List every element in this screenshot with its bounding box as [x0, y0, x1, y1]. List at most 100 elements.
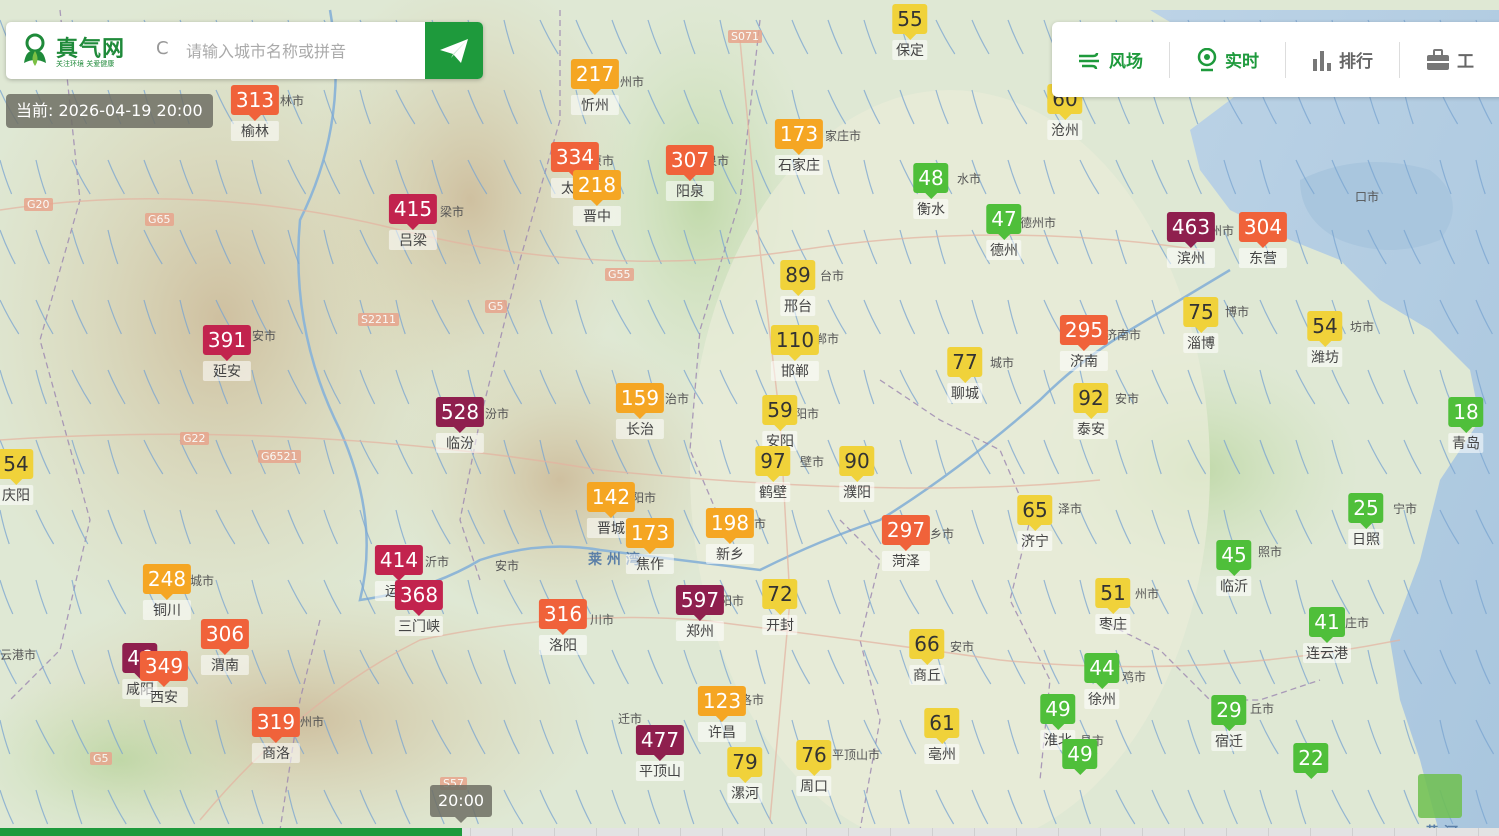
aqi-marker[interactable]: 217 忻州 — [570, 59, 620, 115]
aqi-marker[interactable]: 59 安阳 — [762, 395, 798, 451]
aqi-marker[interactable]: 349 西安 — [139, 651, 189, 707]
place-label: 口市 — [1355, 190, 1380, 204]
aqi-marker[interactable]: 76 周口 — [796, 740, 832, 796]
city-name: 焦作 — [625, 554, 675, 574]
aqi-marker[interactable]: 218 晋中 — [572, 170, 622, 226]
place-label: 州市 — [1135, 587, 1160, 601]
place-label: 林市 — [280, 94, 305, 108]
aqi-marker[interactable]: 597 郑州 — [675, 585, 725, 641]
aqi-marker[interactable]: 110 邯郸 — [770, 325, 820, 381]
nav-wind-field[interactable]: 风场 — [1052, 41, 1170, 78]
aqi-marker[interactable]: 89 邢台 — [780, 260, 816, 316]
aqi-value: 59 — [762, 395, 798, 431]
highway-label: G22 — [180, 432, 209, 445]
play-button[interactable] — [1418, 774, 1462, 818]
aqi-marker[interactable]: 307 阳泉 — [665, 145, 715, 201]
aqi-marker[interactable]: 319 商洛 — [251, 707, 301, 763]
aqi-marker[interactable]: 391 延安 — [202, 325, 252, 381]
city-name: 德州 — [986, 240, 1022, 260]
city-name: 鹤壁 — [755, 482, 791, 502]
city-name: 郑州 — [675, 621, 725, 641]
aqi-marker[interactable]: 51 枣庄 — [1095, 578, 1131, 634]
aqi-marker[interactable]: 48 衡水 — [913, 163, 949, 219]
city-search-input[interactable] — [184, 34, 426, 68]
city-name: 新乡 — [705, 544, 755, 564]
timeline-tick — [680, 828, 681, 836]
city-name: 三门峡 — [394, 616, 444, 636]
nav-tools[interactable]: 工 — [1400, 42, 1499, 78]
city-name: 保定 — [892, 40, 928, 60]
aqi-marker[interactable]: 45 临沂 — [1216, 540, 1252, 596]
aqi-value: 313 — [230, 85, 280, 121]
place-label: 云港市 — [0, 648, 37, 662]
place-label: 壁市 — [800, 455, 825, 469]
aqi-marker[interactable]: 29 宿迁 — [1211, 695, 1247, 751]
aqi-value: 61 — [924, 708, 960, 744]
air-quality-map[interactable]: S071 G20 G65 G55 G5 S2211 G22 G6521 G5 S57 林市 州市 原市… — [0, 0, 1499, 836]
place-label: 汾市 — [485, 407, 510, 421]
aqi-marker[interactable]: 297 菏泽 — [881, 515, 931, 571]
city-name: 阳泉 — [665, 181, 715, 201]
timeline-tick — [512, 828, 513, 836]
city-name: 平顶山 — [635, 761, 685, 781]
timeline-tick — [1100, 828, 1101, 836]
aqi-marker[interactable]: 415 吕梁 — [388, 194, 438, 250]
aqi-marker[interactable]: 304 东营 — [1238, 212, 1288, 268]
aqi-marker[interactable]: 18 青岛 — [1448, 397, 1484, 453]
aqi-marker[interactable]: 248 铜川 — [142, 564, 192, 620]
aqi-marker[interactable]: 77 聊城 — [947, 347, 983, 403]
city-name: 开封 — [762, 615, 798, 635]
timeline-bar[interactable] — [0, 828, 1499, 836]
city-name: 青岛 — [1448, 433, 1484, 453]
aqi-marker[interactable]: 123 许昌 — [697, 686, 747, 742]
aqi-marker[interactable]: 44 徐州 — [1084, 653, 1120, 709]
aqi-marker[interactable]: 90 濮阳 — [839, 446, 875, 502]
aqi-marker[interactable]: 65 济宁 — [1017, 495, 1053, 551]
aqi-marker[interactable]: 25 日照 — [1348, 493, 1384, 549]
aqi-marker[interactable]: 54 庆阳 — [0, 449, 34, 505]
aqi-marker[interactable]: 47 德州 — [986, 204, 1022, 260]
timeline-current-time[interactable]: 20:00 — [430, 785, 492, 823]
city-name: 泰安 — [1073, 419, 1109, 439]
aqi-marker[interactable]: 159 长治 — [615, 383, 665, 439]
aqi-value: 49 — [1062, 739, 1098, 775]
timeline-tick — [1394, 828, 1395, 836]
aqi-marker[interactable]: 72 开封 — [762, 579, 798, 635]
toolbox-icon — [1427, 48, 1449, 70]
aqi-marker[interactable]: 368 三门峡 — [394, 580, 444, 636]
refresh-icon[interactable]: C — [156, 38, 169, 59]
city-name: 周口 — [796, 776, 832, 796]
aqi-marker[interactable]: 528 临汾 — [435, 397, 485, 453]
aqi-marker[interactable]: 92 泰安 — [1073, 383, 1109, 439]
aqi-marker[interactable]: 75 淄博 — [1183, 297, 1219, 353]
aqi-marker[interactable]: 41 连云港 — [1303, 607, 1351, 663]
location-pin-icon — [1197, 47, 1217, 71]
aqi-marker[interactable]: 97 鹤壁 — [755, 446, 791, 502]
city-name: 宿迁 — [1211, 731, 1247, 751]
city-name: 渭南 — [200, 655, 250, 675]
aqi-marker[interactable]: 61 亳州 — [924, 708, 960, 764]
city-name: 邯郸 — [770, 361, 820, 381]
aqi-marker[interactable]: 316 洛阳 — [538, 599, 588, 655]
aqi-marker[interactable]: 173 焦作 — [625, 518, 675, 574]
aqi-marker[interactable]: 49 — [1062, 739, 1098, 775]
aqi-marker[interactable]: 54 潍坊 — [1307, 311, 1343, 367]
timeline-tick — [1058, 828, 1059, 836]
highway-label: G6521 — [258, 450, 301, 463]
aqi-marker[interactable]: 79 漯河 — [727, 747, 763, 803]
aqi-marker[interactable]: 313 榆林 — [230, 85, 280, 141]
aqi-marker[interactable]: 66 商丘 — [909, 629, 945, 685]
aqi-marker[interactable]: 55 保定 — [892, 4, 928, 60]
aqi-marker[interactable]: 295 济南 — [1059, 315, 1109, 371]
timeline-tick — [806, 828, 807, 836]
aqi-marker[interactable]: 477 平顶山 — [635, 725, 685, 781]
aqi-marker[interactable]: 306 渭南 — [200, 619, 250, 675]
aqi-marker[interactable]: 198 新乡 — [705, 508, 755, 564]
aqi-marker[interactable]: 463 滨州 — [1166, 212, 1216, 268]
aqi-marker[interactable]: 22 — [1293, 743, 1329, 779]
nav-ranking[interactable]: 排行 — [1286, 41, 1400, 78]
search-button[interactable] — [425, 22, 483, 79]
site-logo[interactable]: 真气网 关注环境 关爱健康 — [16, 29, 151, 73]
aqi-marker[interactable]: 173 石家庄 — [774, 119, 824, 175]
nav-realtime[interactable]: 实时 — [1170, 41, 1286, 78]
